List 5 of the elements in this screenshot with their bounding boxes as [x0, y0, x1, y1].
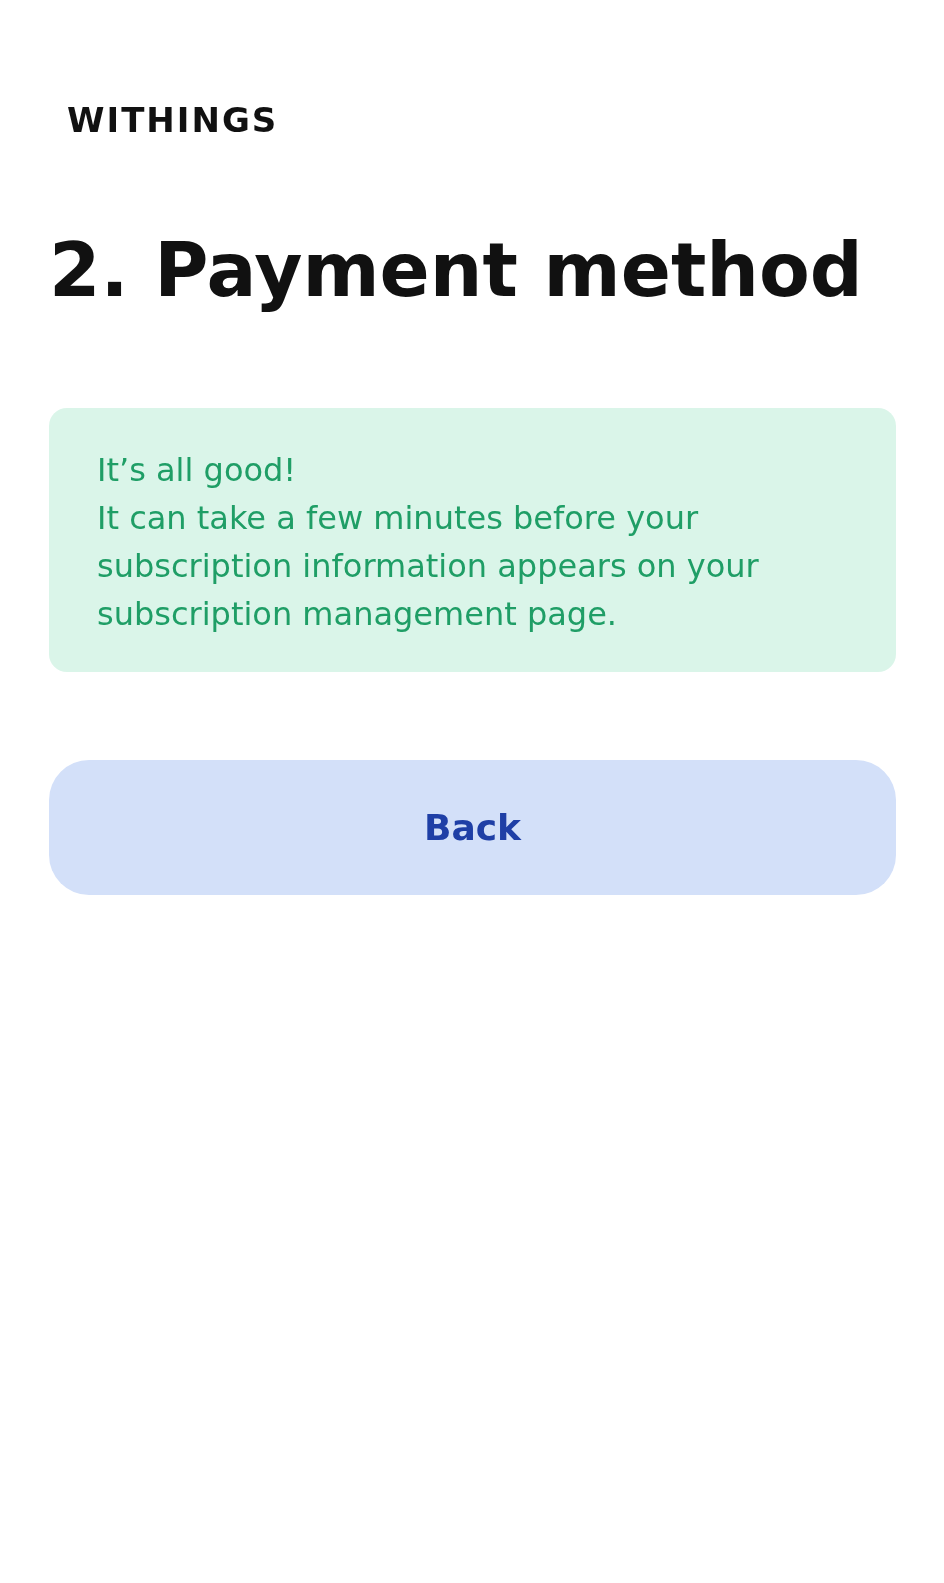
notice-message: It can take a few minutes before your subscription information appears on your subscription management page.	[97, 497, 760, 635]
notice-title: It’s all good!	[97, 449, 298, 491]
brand-logo: WITHINGS	[67, 100, 279, 140]
page-heading: 2. Payment method	[49, 226, 863, 315]
back-button[interactable]: Back	[49, 759, 896, 895]
